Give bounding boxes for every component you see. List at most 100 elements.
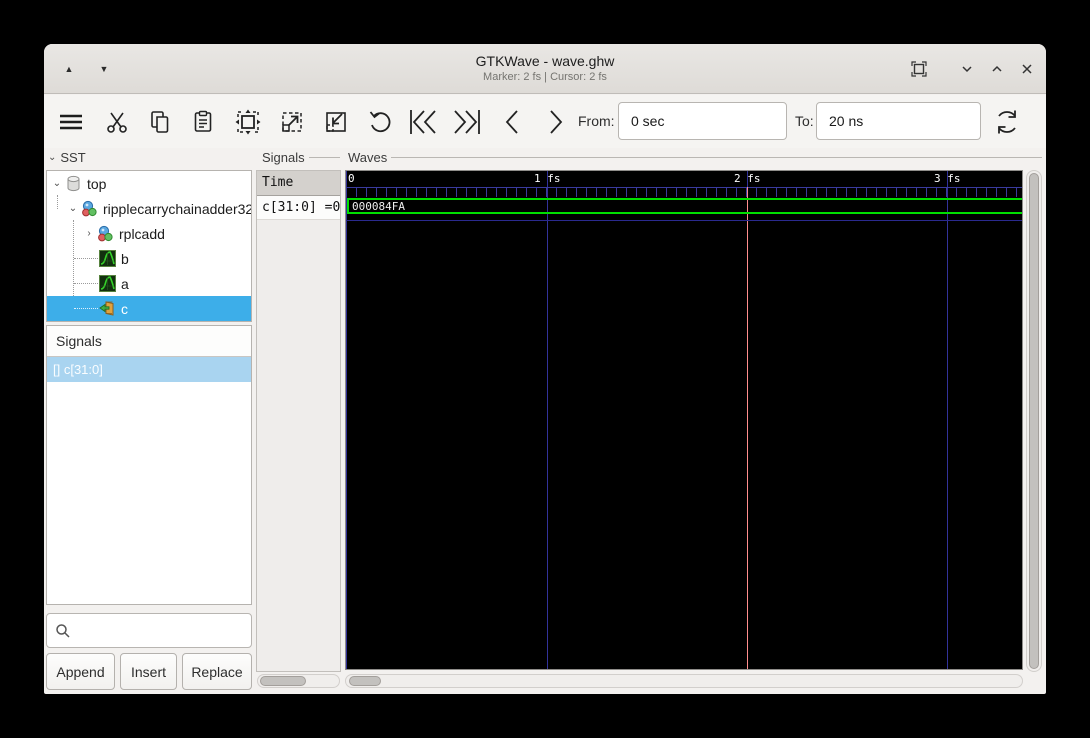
trace-separator — [346, 220, 1022, 221]
tree-item-label: b — [121, 250, 129, 267]
frame-line — [308, 157, 340, 158]
sst-pane-label: SST — [60, 150, 86, 165]
chevron-down-icon: ⌄ — [48, 152, 57, 163]
zoom-fit-icon — [235, 109, 261, 135]
gridline-3fs — [947, 171, 948, 669]
maximize-button[interactable] — [984, 56, 1010, 82]
waves-label: Waves — [348, 150, 388, 165]
hamburger-menu-icon — [60, 114, 82, 130]
insert-button[interactable]: Insert — [120, 653, 177, 690]
fullscreen-button[interactable] — [906, 56, 932, 82]
triangle-down-icon: ▼ — [99, 64, 109, 74]
time-header[interactable]: Time — [257, 171, 340, 196]
shift-down-button[interactable]: ▼ — [91, 56, 117, 82]
replace-button[interactable]: Replace — [182, 653, 252, 690]
wave-signal-icon — [99, 250, 116, 267]
zoom-in-button[interactable] — [274, 104, 310, 140]
titlebar[interactable]: GTKWave - wave.ghw Marker: 2 fs | Cursor… — [44, 44, 1046, 94]
tree-item-c-selected[interactable]: c — [47, 296, 251, 321]
shift-right-button[interactable] — [538, 104, 574, 140]
signals-hscrollbar[interactable] — [257, 674, 340, 688]
chevron-up-icon — [992, 65, 1002, 72]
zoom-out-icon — [326, 112, 346, 132]
wave-canvas[interactable]: 0 1 fs 2 fs 3 fs 000084FA — [345, 170, 1023, 670]
toolbar: From: 0 sec To: 20 ns — [44, 95, 1046, 148]
signals-hscrollbar-thumb[interactable] — [260, 676, 306, 686]
chevron-down-icon — [962, 66, 972, 73]
marker-line-2fs[interactable] — [747, 187, 748, 669]
search-icon — [56, 623, 70, 638]
skip-to-start-icon — [410, 110, 436, 134]
waves-vscrollbar-thumb[interactable] — [1029, 173, 1039, 669]
triangle-up-icon: ▲ — [64, 64, 74, 74]
fullscreen-icon — [911, 61, 927, 77]
from-label: From: — [578, 113, 615, 129]
signals-column-header: Signals — [262, 150, 340, 165]
module-icon — [82, 200, 97, 217]
window-title: GTKWave - wave.ghw — [475, 53, 615, 69]
copy-button[interactable] — [142, 104, 178, 140]
sst-signals-list: Signals [] c[31:0] — [46, 325, 252, 605]
bus-trace-c[interactable]: 000084FA — [347, 198, 1022, 214]
copy-icon — [151, 111, 169, 133]
zoom-fit-button[interactable] — [230, 104, 266, 140]
go-to-start-button[interactable] — [405, 104, 441, 140]
tree-item-b[interactable]: b — [47, 246, 251, 271]
minimize-button[interactable] — [954, 56, 980, 82]
expander-open-icon[interactable]: ⌄ — [65, 203, 81, 214]
zoom-in-icon — [282, 112, 302, 132]
append-button[interactable]: Append — [46, 653, 115, 690]
tree-item-ripplecarrychainadder32[interactable]: ⌄ ripplecarrychainadder32 — [47, 196, 251, 221]
undo-icon — [369, 111, 391, 133]
waves-hscrollbar-thumb[interactable] — [349, 676, 381, 686]
tree-item-a[interactable]: a — [47, 271, 251, 296]
tree-guide — [74, 258, 98, 259]
from-time-input[interactable]: 0 sec — [618, 102, 787, 140]
expander-closed-icon[interactable]: › — [81, 228, 97, 239]
tree-item-label: top — [87, 175, 107, 192]
signal-search-input[interactable] — [46, 613, 252, 648]
chevron-left-icon — [505, 110, 518, 134]
paste-button[interactable] — [185, 104, 221, 140]
wave-signal-icon — [99, 275, 116, 292]
tree-item-top[interactable]: ⌄ top — [47, 171, 251, 196]
waves-header: Waves — [348, 150, 1042, 165]
menu-button[interactable] — [53, 104, 89, 140]
tree-guide — [74, 283, 98, 284]
signal-row-c[interactable]: c[31:0] =000084FA — [257, 196, 340, 220]
skip-to-end-icon — [454, 110, 480, 134]
tree-item-label: c — [121, 300, 128, 317]
timeline-tick-0: 0 — [348, 172, 355, 185]
tree-item-rplcadd[interactable]: › rplcadd — [47, 221, 251, 246]
scissors-cut-icon — [107, 112, 127, 133]
signals-list-item-c[interactable]: [] c[31:0] — [47, 357, 251, 382]
close-button[interactable] — [1014, 56, 1040, 82]
tree-item-label: ripplecarrychainadder32 — [103, 200, 251, 217]
waves-hscrollbar[interactable] — [345, 674, 1023, 688]
undo-button[interactable] — [362, 104, 398, 140]
cut-button[interactable] — [99, 104, 135, 140]
reload-button[interactable] — [989, 104, 1025, 140]
tree-guide — [74, 308, 98, 309]
paste-clipboard-icon — [194, 110, 212, 132]
frame-line — [391, 157, 1042, 158]
port-out-icon — [99, 301, 114, 316]
expander-open-icon[interactable]: ⌄ — [49, 178, 65, 189]
gridline-0 — [346, 171, 347, 669]
to-time-input[interactable]: 20 ns — [816, 102, 981, 140]
waves-vscrollbar[interactable] — [1026, 170, 1042, 672]
zoom-out-button[interactable] — [318, 104, 354, 140]
gridline-1fs — [547, 171, 548, 669]
tree-item-label: a — [121, 275, 129, 292]
database-icon — [67, 175, 80, 192]
shift-up-button[interactable]: ▲ — [56, 56, 82, 82]
gtkwave-window: GTKWave - wave.ghw Marker: 2 fs | Cursor… — [44, 44, 1046, 694]
shift-left-button[interactable] — [494, 104, 530, 140]
go-to-end-button[interactable] — [449, 104, 485, 140]
sst-tree: ⌄ top ⌄ ripplecarrychainadder32 › rplcad… — [46, 170, 252, 322]
bus-value: 000084FA — [352, 200, 405, 213]
sst-pane-header[interactable]: ⌄ SST — [48, 150, 252, 165]
signals-column — [256, 170, 341, 672]
marker-cursor-status: Marker: 2 fs | Cursor: 2 fs — [483, 71, 607, 83]
signals-column-label: Signals — [262, 150, 305, 165]
